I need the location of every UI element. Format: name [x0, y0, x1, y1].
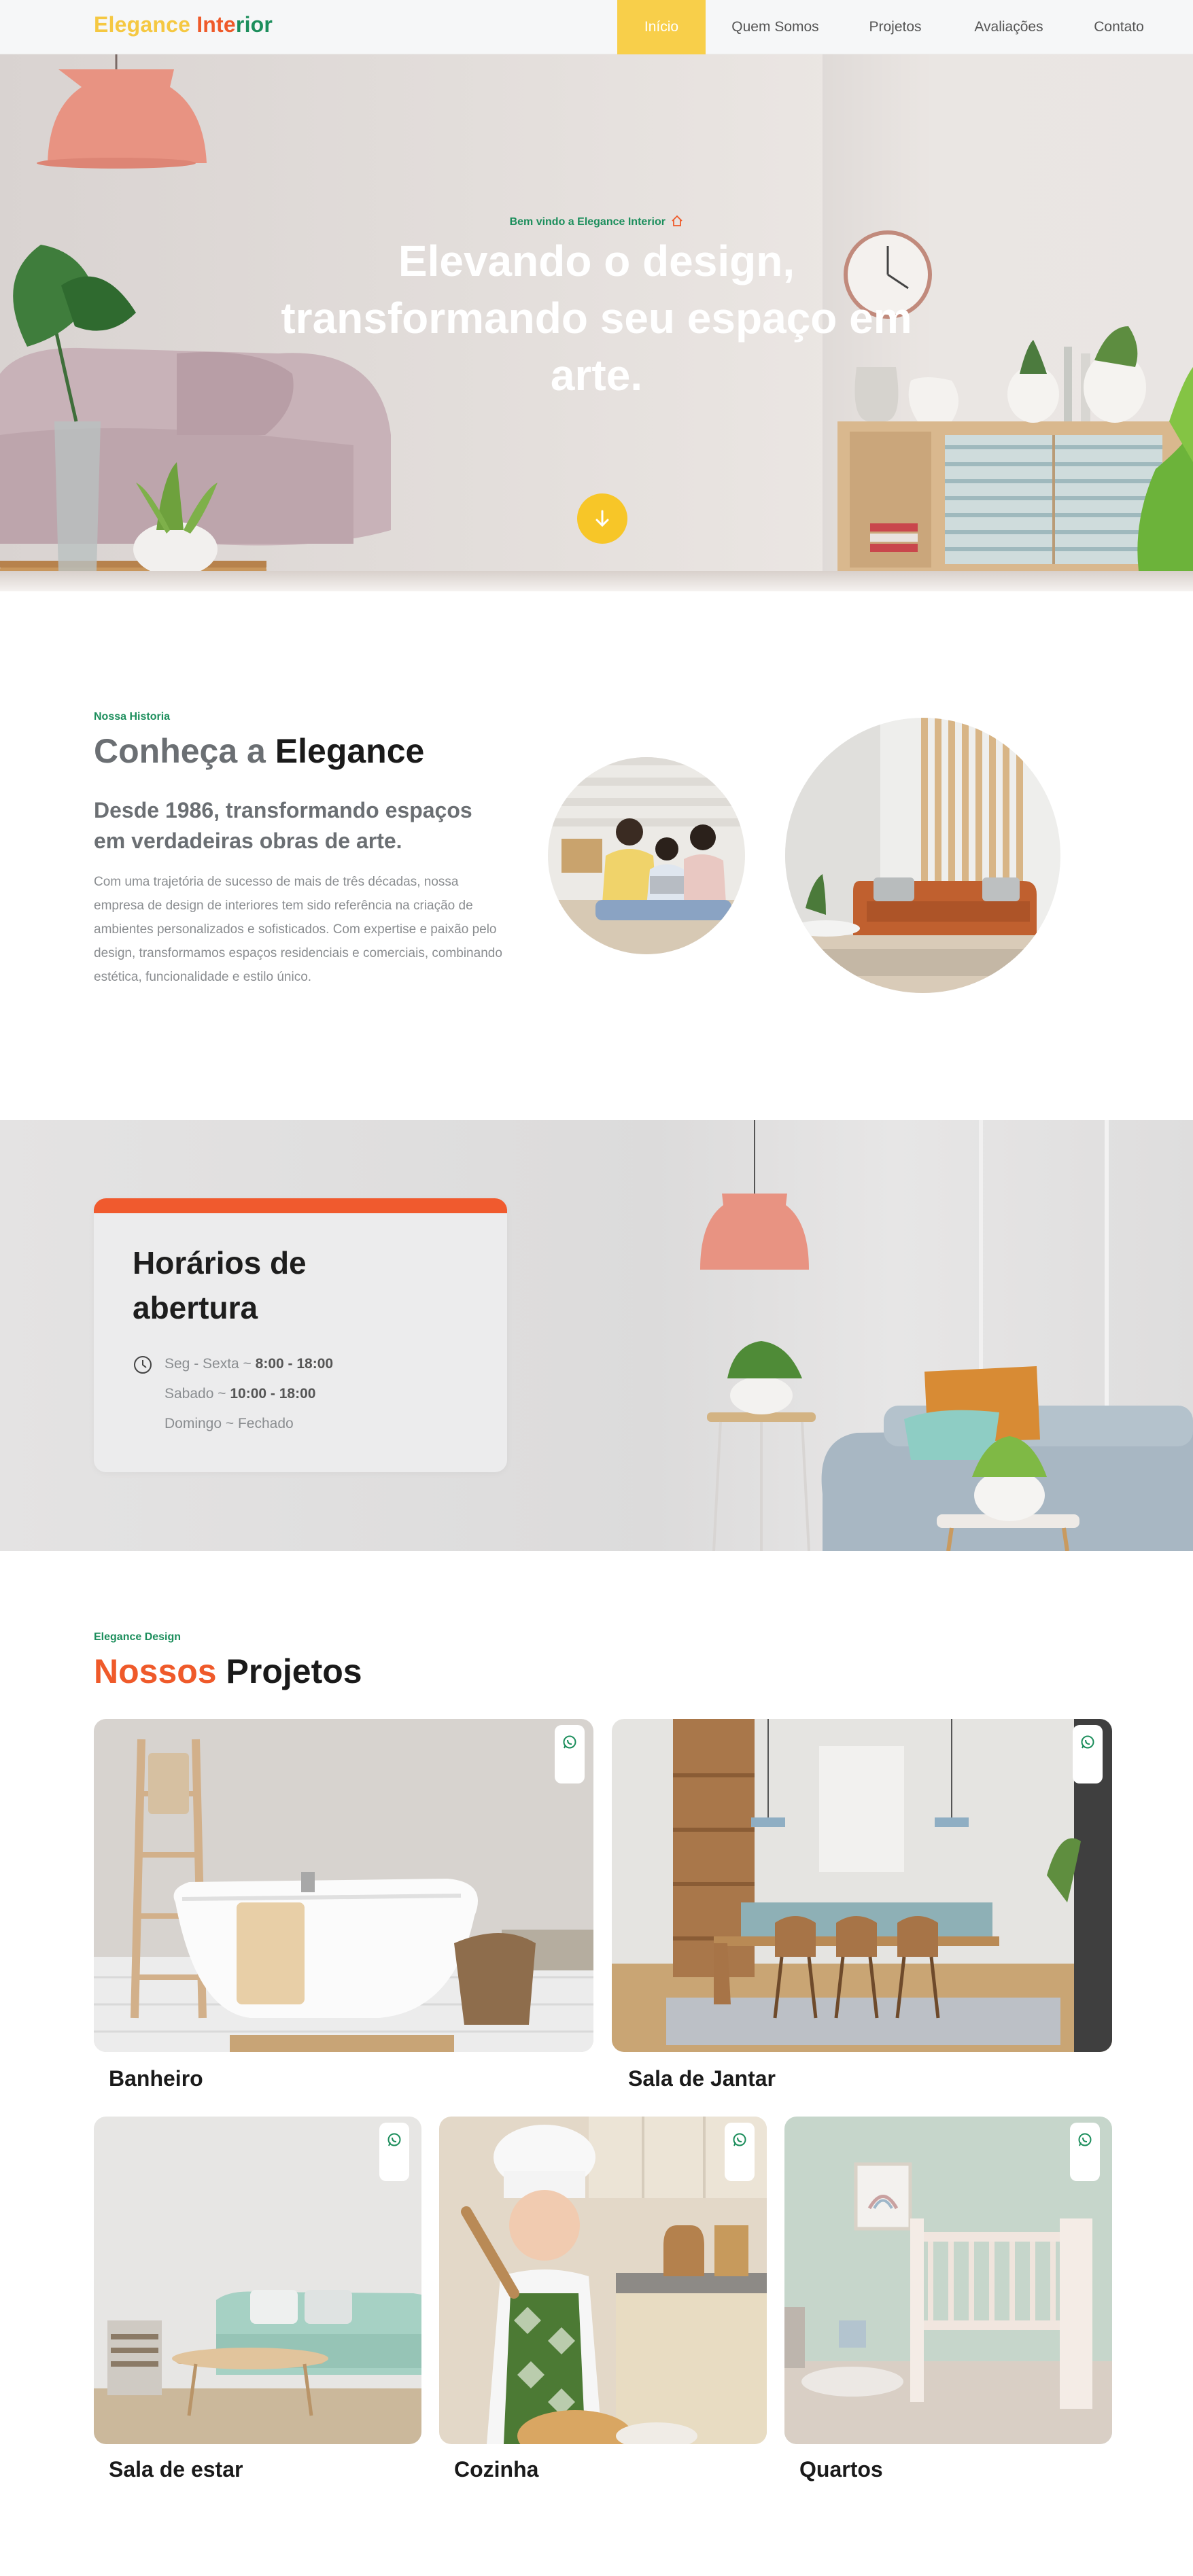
about-living-room-image	[785, 718, 1060, 993]
nav-item-avaliacoes[interactable]: Avaliações	[946, 0, 1072, 54]
opening-hours-section: Horários de abertura Seg - Sexta ~ 8:00 …	[0, 1120, 1193, 1551]
project-label-banheiro[interactable]: Banheiro	[109, 2066, 203, 2091]
project-card-cozinha[interactable]	[439, 2117, 767, 2444]
whatsapp-button-sala-de-estar[interactable]	[379, 2123, 409, 2181]
hours-card-accent-bar	[94, 1198, 507, 1213]
projects-tag: Elegance Design	[94, 1631, 181, 1643]
home-icon	[672, 215, 683, 226]
project-card-sala-de-estar[interactable]	[94, 2117, 421, 2444]
arrow-down-icon	[595, 510, 609, 527]
whatsapp-icon	[733, 2133, 746, 2146]
project-label-quartos[interactable]: Quartos	[799, 2457, 883, 2482]
whatsapp-icon	[563, 1735, 576, 1749]
whatsapp-icon	[1078, 2133, 1092, 2146]
main-menu: Início Quem Somos Projetos Avaliações Co…	[617, 0, 1193, 54]
hero-title: Elevando o design, transformando seu esp…	[281, 237, 912, 400]
about-family-image	[548, 757, 745, 954]
nav-item-inicio[interactable]: Início	[617, 0, 706, 54]
hours-row-sunday: Domingo ~ Fechado	[165, 1416, 294, 1431]
top-navbar: Elegance Interior Início Quem Somos Proj…	[0, 0, 1193, 54]
clock-icon	[134, 1356, 152, 1374]
scroll-down-button[interactable]	[577, 493, 627, 544]
logo-word-elegance: Elegance	[94, 12, 191, 37]
nav-item-quem-somos[interactable]: Quem Somos	[706, 0, 845, 54]
project-card-quartos[interactable]	[784, 2117, 1112, 2444]
whatsapp-icon	[387, 2133, 401, 2146]
about-subtitle: Desde 1986, transformando espaços em ver…	[94, 798, 472, 853]
project-label-cozinha[interactable]: Cozinha	[454, 2457, 538, 2482]
logo-word-inte: Inte	[196, 12, 236, 37]
about-title: Conheça a Elegance	[94, 732, 425, 770]
hours-row-weekdays: Seg - Sexta ~ 8:00 - 18:00	[165, 1356, 334, 1372]
projects-title: Nossos Projetos	[94, 1652, 362, 1690]
whatsapp-button-sala-de-jantar[interactable]	[1073, 1725, 1103, 1783]
project-card-banheiro[interactable]	[94, 1719, 593, 2052]
nav-item-contato[interactable]: Contato	[1072, 0, 1193, 54]
hero-section: Bem vindo a Elegance Interior Elevando o…	[0, 54, 1193, 591]
nav-item-projetos[interactable]: Projetos	[845, 0, 946, 54]
whatsapp-button-banheiro[interactable]	[555, 1725, 585, 1783]
project-label-sala-de-jantar[interactable]: Sala de Jantar	[628, 2066, 776, 2091]
opening-hours-card: Horários de abertura Seg - Sexta ~ 8:00 …	[94, 1198, 507, 1472]
hero-tagline: Bem vindo a Elegance Interior	[0, 215, 1193, 228]
about-body: Com uma trajetória de sucesso de mais de…	[94, 875, 502, 984]
hours-title: Horários de abertura	[133, 1245, 307, 1325]
project-card-sala-de-jantar[interactable]	[612, 1719, 1112, 2052]
hours-row-saturday: Sabado ~ 10:00 - 18:00	[165, 1386, 316, 1402]
brand-logo[interactable]: Elegance Interior	[94, 12, 273, 37]
logo-word-rior: rior	[235, 12, 273, 37]
whatsapp-button-cozinha[interactable]	[725, 2123, 755, 2181]
whatsapp-icon	[1081, 1735, 1094, 1749]
project-label-sala-de-estar[interactable]: Sala de estar	[109, 2457, 243, 2482]
about-tag: Nossa Historia	[94, 711, 171, 723]
whatsapp-button-quartos[interactable]	[1070, 2123, 1100, 2181]
